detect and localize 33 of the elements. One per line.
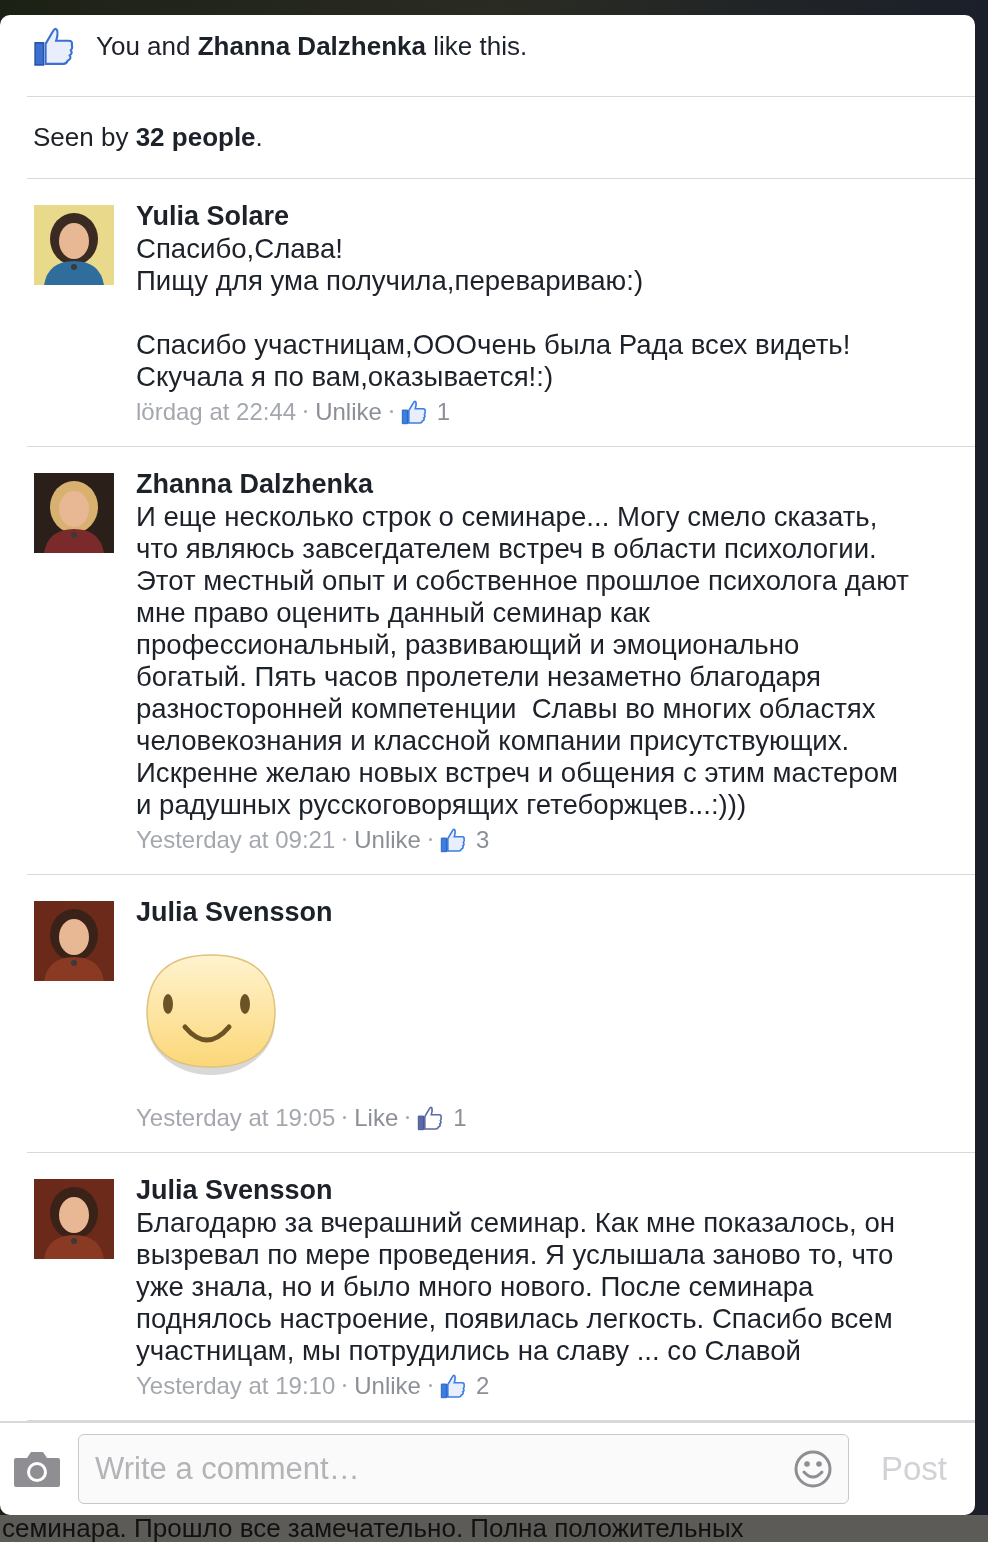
comment-input[interactable]: Write a comment… bbox=[78, 1433, 849, 1504]
separator-dot bbox=[406, 1116, 410, 1120]
seen-by-text: Seen by 32 people. bbox=[33, 121, 263, 155]
separator-dot bbox=[343, 838, 347, 842]
comment-author[interactable]: Zhanna Dalzhenka bbox=[136, 466, 374, 501]
thumbs-up-icon bbox=[33, 25, 75, 67]
comment-time: Yesterday at 09:21 bbox=[136, 825, 336, 854]
comment-author[interactable]: Julia Svensson bbox=[136, 1172, 333, 1207]
separator-dot bbox=[428, 838, 432, 842]
comment-time: lördag at 22:44 bbox=[136, 397, 297, 426]
background-text: семинара. Прошло все замечательно. Полна положительных bbox=[1, 1515, 744, 1542]
like-count: 1 bbox=[436, 397, 451, 426]
like-link[interactable]: Unlike bbox=[354, 825, 421, 854]
like-link[interactable]: Unlike bbox=[354, 1371, 421, 1400]
comment-text: И еще несколько строк о семинаре... Могу смело сказать, что являюсь завсегдателем встреч в области психологии. Этот местный опыт и собственное прошлое психолога дают мне право оценить данный семинар как профессиональный, развивающий и эмоционально богатый. Пять часов пролетели незаметно благодаря разносторонней компетенции Славы во многих областях человекознания и классной компании присутствующих. Искренне желаю новых встреч и общения с этим мастером и радушных русскоговорящих гетеборжцев...:))) bbox=[136, 500, 909, 821]
comment-text: Спасибо,Слава! Пищу для ума получила,перевариваю:) Спасибо участницам,ОООчень была Рада всех видеть! Скучала я по вам,оказывается!:) bbox=[136, 232, 851, 393]
separator-dot bbox=[343, 1384, 347, 1388]
comment-time: Yesterday at 19:05 bbox=[136, 1103, 336, 1132]
comment-author[interactable]: Yulia Solare bbox=[136, 198, 290, 233]
likes-summary: You and Zhanna Dalzhenka like this. bbox=[96, 30, 528, 63]
like-count: 2 bbox=[475, 1371, 490, 1400]
comment-time: Yesterday at 19:10 bbox=[136, 1371, 336, 1400]
separator-dot bbox=[389, 410, 393, 414]
like-link[interactable]: Like bbox=[354, 1103, 399, 1132]
smiley-icon[interactable] bbox=[792, 1448, 833, 1489]
separator-dot bbox=[304, 410, 308, 414]
like-count: 3 bbox=[475, 825, 490, 854]
comment-author[interactable]: Julia Svensson bbox=[136, 894, 333, 929]
separator-dot bbox=[343, 1116, 347, 1120]
separator-dot bbox=[428, 1384, 432, 1388]
like-count: 1 bbox=[453, 1103, 467, 1132]
comment-text: Благодарю за вчерашний семинар. Как мне показалось, он вызревал по мере проведения. Я услышала заново то, что уже знала, но и было много нового. После семинара поднялось настроение, появилась легкость. Спасибо всем участницам, мы потрудились на славу ... со Славой bbox=[136, 1206, 895, 1367]
like-link[interactable]: Unlike bbox=[315, 397, 382, 426]
